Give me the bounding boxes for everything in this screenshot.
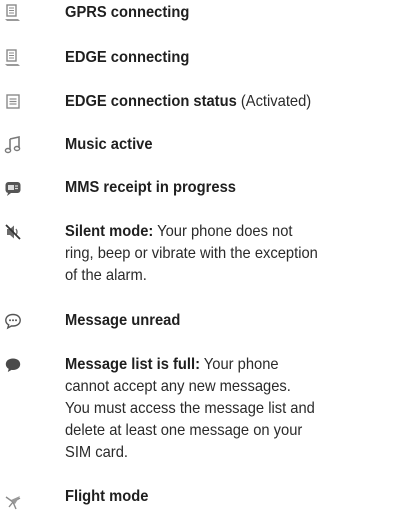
- item-description-line: delete at least one message on your: [65, 422, 303, 439]
- list-item-text: Music active: [65, 134, 367, 156]
- item-description-line: You must access the message list and: [65, 400, 315, 417]
- list-item-text: MMS receipt in progress: [65, 177, 367, 199]
- item-description-line: SIM card.: [65, 444, 128, 461]
- item-description-line: Your phone: [199, 356, 279, 373]
- list-item: EDGE connection status (Activated): [0, 90, 394, 114]
- edge-connection-status-icon: [2, 91, 24, 113]
- item-description-line: cannot accept any new messages.: [65, 378, 291, 395]
- list-item: Music active: [0, 133, 394, 157]
- item-title: Music active: [65, 136, 153, 153]
- icon-legend-page: GPRS connecting EDGE connecting EDGE con…: [0, 0, 394, 516]
- item-title: Flight mode: [65, 488, 149, 505]
- list-item-text: GPRS connecting: [65, 2, 367, 24]
- gprs-connecting-icon: [2, 2, 24, 24]
- item-title: GPRS connecting: [65, 4, 190, 21]
- item-description-line: of the alarm.: [65, 267, 147, 284]
- item-description-line: Your phone does not: [153, 223, 293, 240]
- item-title: MMS receipt in progress: [65, 179, 236, 196]
- list-item-text: Flight mode: [65, 486, 367, 508]
- list-item: EDGE connecting: [0, 46, 394, 70]
- list-item: Message unread: [0, 309, 394, 333]
- flight-mode-icon: [2, 491, 24, 513]
- list-item: Silent mode: Your phone does not ring, b…: [0, 220, 394, 288]
- item-title: EDGE connection status: [65, 93, 237, 110]
- item-description-line: ring, beep or vibrate with the exception: [65, 245, 318, 262]
- item-description: (Activated): [236, 93, 312, 110]
- list-item: GPRS connecting: [0, 1, 394, 25]
- list-item-text: EDGE connecting: [65, 47, 367, 69]
- item-title: Message list is full:: [65, 356, 200, 373]
- item-title: Message unread: [65, 312, 181, 329]
- list-item-text: EDGE connection status (Activated): [65, 91, 367, 113]
- item-title: Silent mode:: [65, 223, 154, 240]
- music-note-icon: [2, 134, 24, 156]
- message-list-full-icon: [2, 354, 24, 376]
- edge-connecting-icon: [2, 47, 24, 69]
- silent-mode-icon: [2, 221, 24, 243]
- list-item-text: Silent mode: Your phone does not ring, b…: [65, 221, 367, 287]
- list-item: Flight mode: [0, 485, 394, 510]
- mms-receipt-icon: [2, 177, 24, 199]
- item-title: EDGE connecting: [65, 49, 190, 66]
- list-item: MMS receipt in progress: [0, 176, 394, 200]
- list-item-text: Message list is full: Your phone cannot …: [65, 354, 367, 464]
- list-item-text: Message unread: [65, 310, 367, 332]
- message-unread-icon: [2, 310, 24, 332]
- list-item: Message list is full: Your phone cannot …: [0, 353, 394, 465]
